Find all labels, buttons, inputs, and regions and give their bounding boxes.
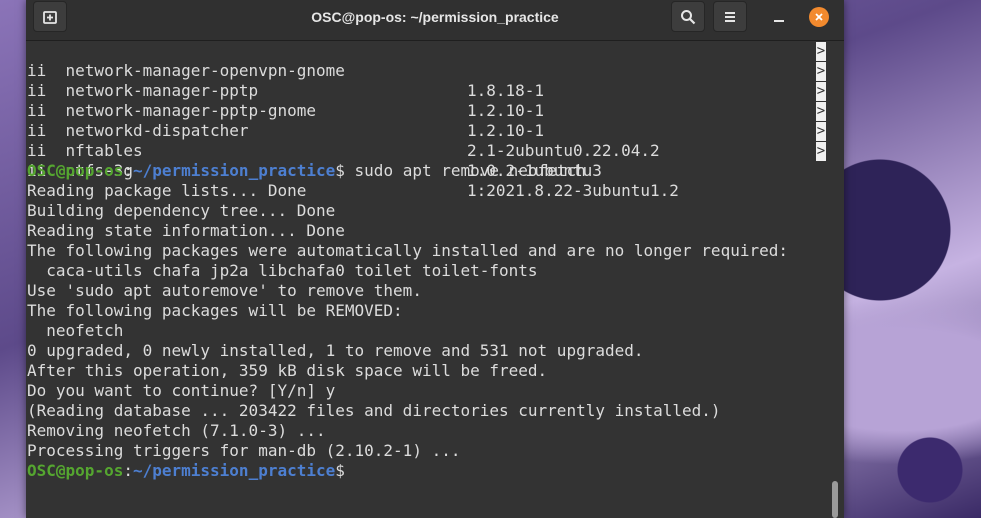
truncation-marker: > — [816, 142, 826, 161]
command-line: OSC@pop-os:~/permission_practice$ sudo a… — [27, 161, 586, 181]
truncation-marker: > — [816, 62, 826, 81]
package-row: ii network-manager-pptp 1.2.10-1 — [27, 61, 807, 120]
package-row: ii networkd-dispatcher 2.1-2ubuntu0.22.0… — [27, 101, 807, 160]
hamburger-menu-icon — [725, 11, 735, 22]
terminal-window: OSC@pop-os: ~/permission_practice ii net… — [26, 0, 844, 518]
title-bar[interactable]: OSC@pop-os: ~/permission_practice — [26, 0, 844, 41]
package-row: ii ntfs-3g 1:2021.8.22-3ubuntu1.2 — [27, 141, 807, 200]
output-line: Removing neofetch (7.1.0-3) ... — [27, 421, 326, 440]
output-line: The following packages will be REMOVED: — [27, 301, 403, 320]
close-button[interactable] — [809, 7, 829, 27]
menu-button[interactable] — [713, 1, 747, 32]
truncation-marker: > — [816, 122, 826, 141]
prompt-separator: : — [123, 161, 133, 180]
output-line: The following packages were automaticall… — [27, 241, 788, 260]
close-icon — [815, 13, 823, 21]
output-line: After this operation, 359 kB disk space … — [27, 361, 548, 380]
truncation-marker: > — [816, 42, 826, 61]
search-icon — [681, 9, 696, 24]
search-button[interactable] — [671, 1, 705, 32]
output-line: Reading package lists... Done — [27, 181, 307, 200]
output-line: 0 upgraded, 0 newly installed, 1 to remo… — [27, 341, 644, 360]
prompt-path: ~/permission_practice — [132, 161, 336, 180]
current-prompt-line[interactable]: OSC@pop-os:~/permission_practice$ — [27, 461, 345, 481]
package-row: ii network-manager-openvpn-gnome 1.8.18-… — [27, 41, 807, 100]
output-line: Use 'sudo apt autoremove' to remove them… — [27, 281, 422, 300]
prompt-separator: : — [123, 461, 133, 480]
minimize-icon — [774, 20, 784, 22]
output-line: caca-utils chafa jp2a libchafa0 toilet t… — [27, 261, 538, 280]
package-row: ii network-manager-pptp-gnome 1.2.10-1 — [27, 81, 807, 140]
output-line: Do you want to continue? [Y/n] y — [27, 381, 336, 400]
minimize-button[interactable] — [766, 6, 792, 28]
truncation-marker: > — [816, 102, 826, 121]
package-version: 1:2021.8.22-3ubuntu1.2 — [467, 181, 679, 200]
prompt-user: OSC@pop-os — [27, 461, 124, 480]
output-line: Reading state information... Done — [27, 221, 345, 240]
prompt-user: OSC@pop-os — [27, 161, 124, 180]
truncation-marker: > — [816, 82, 826, 101]
output-line: Processing triggers for man-db (2.10.2-1… — [27, 441, 461, 460]
output-line: Building dependency tree... Done — [27, 201, 336, 220]
package-row: ii nftables 1.0.2-1ubuntu3 — [27, 121, 807, 180]
output-line: neofetch — [27, 321, 124, 340]
prompt-path: ~/permission_practice — [132, 461, 336, 480]
terminal-output[interactable]: ii network-manager-openvpn-gnome 1.8.18-… — [26, 41, 844, 518]
output-line: (Reading database ... 203422 files and d… — [27, 401, 721, 420]
command-text: sudo apt remove neofetch — [344, 161, 586, 180]
prompt-symbol: $ — [335, 461, 345, 480]
scrollbar-thumb[interactable] — [832, 481, 838, 518]
prompt-symbol: $ — [335, 161, 345, 180]
